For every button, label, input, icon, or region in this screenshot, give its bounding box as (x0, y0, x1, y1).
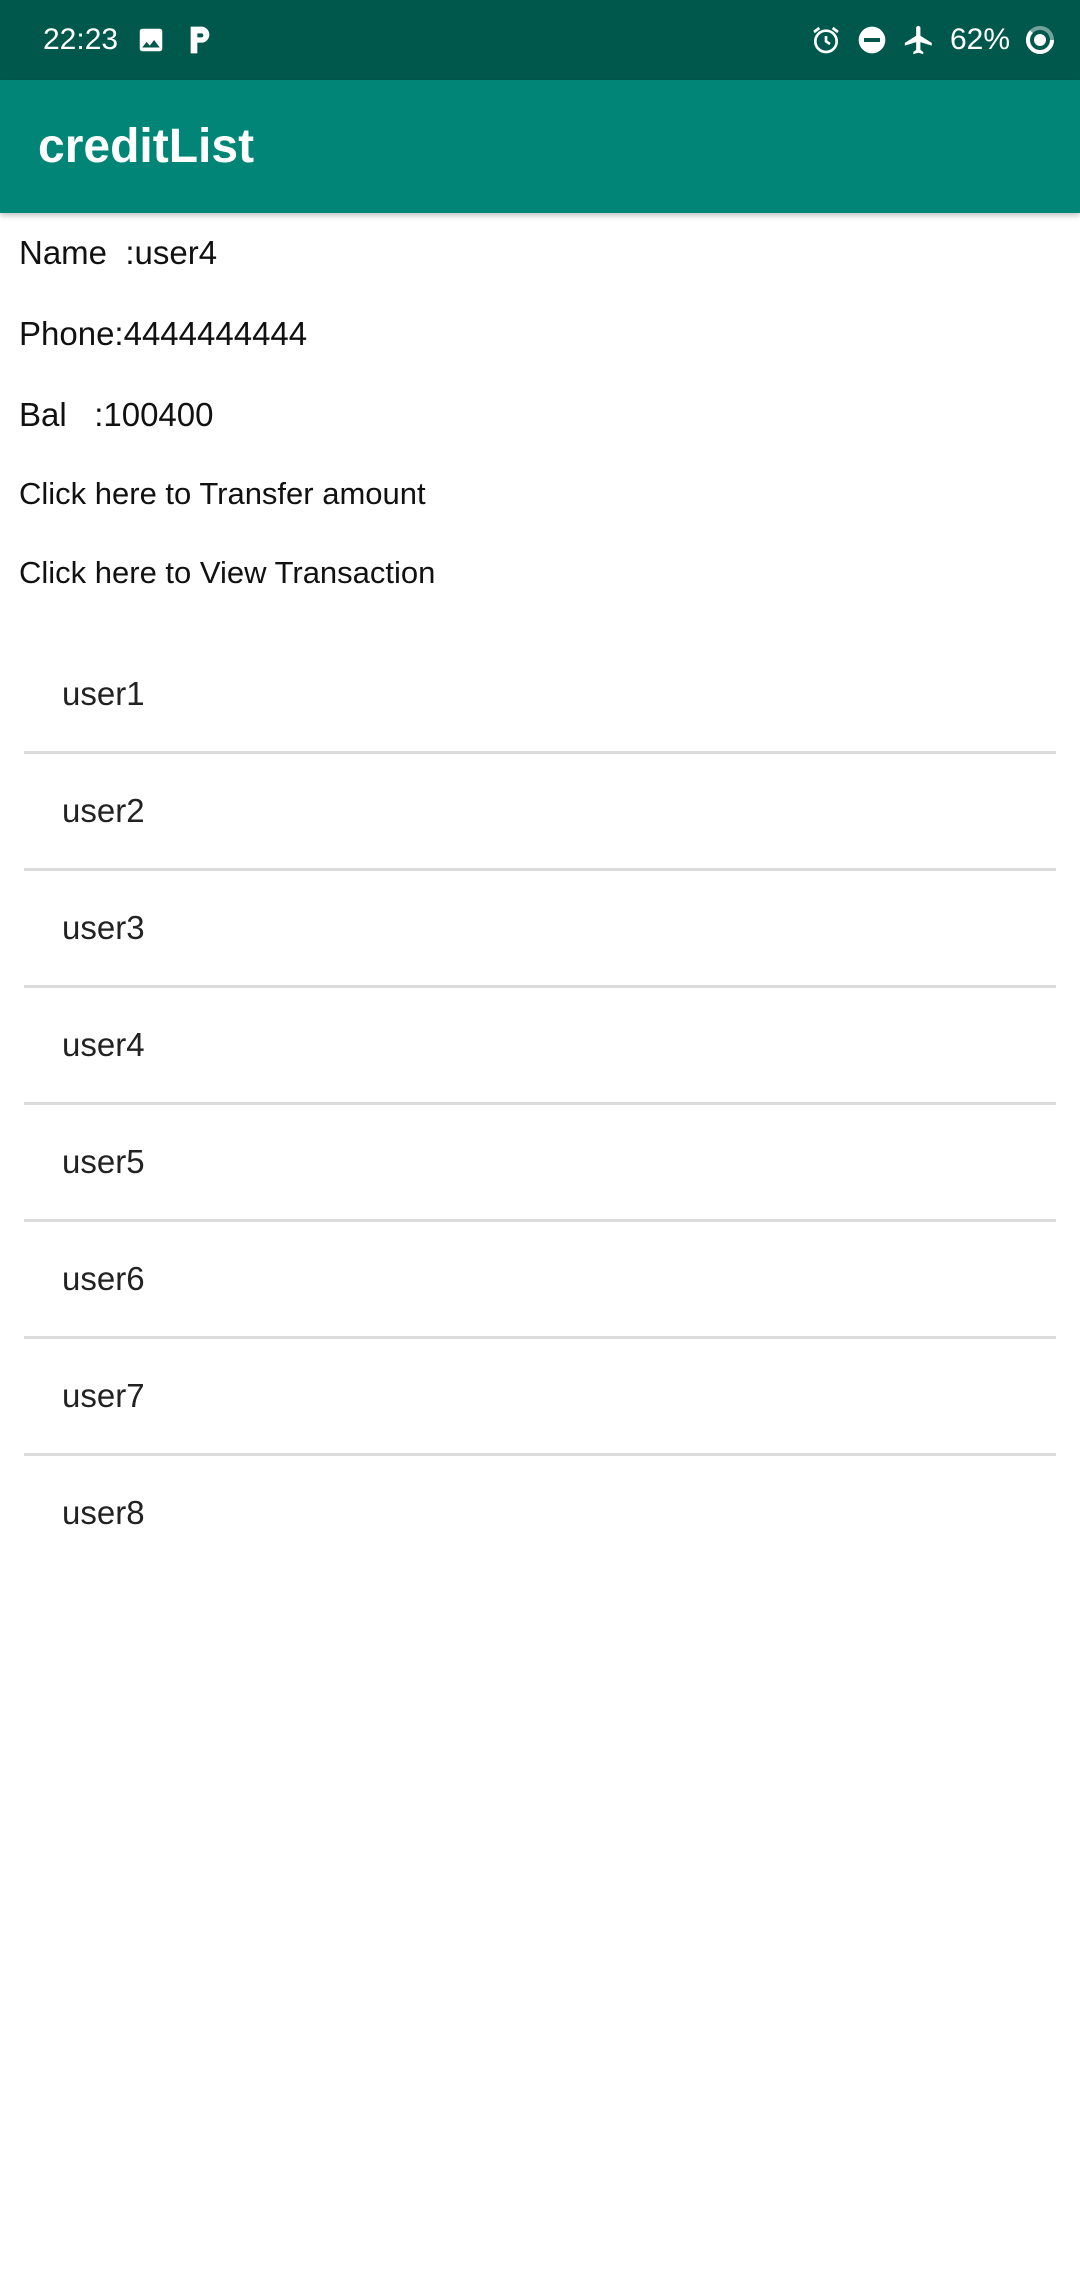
list-item-user2[interactable]: user2 (24, 754, 1056, 871)
status-right-icons: 62% (810, 0, 1056, 80)
page-title: creditList (38, 120, 255, 173)
status-time: 22:23 (43, 23, 119, 56)
balance-text: Bal :100400 (19, 396, 214, 433)
view-transaction-link[interactable]: Click here to View Transaction (19, 555, 435, 591)
battery-ring-icon (1024, 24, 1056, 56)
status-bar: 22:23 62% (0, 0, 1080, 80)
list-item-user1[interactable]: user1 (24, 637, 1056, 754)
list-item-label: user8 (62, 1494, 145, 1531)
alarm-icon (810, 24, 842, 56)
list-item-user7[interactable]: user7 (24, 1339, 1056, 1456)
user-list: user1 user2 user3 user4 user5 user6 user… (24, 637, 1056, 1570)
image-icon (136, 25, 166, 55)
name-text: Name :user4 (19, 234, 218, 271)
list-item-user4[interactable]: user4 (24, 988, 1056, 1105)
transfer-amount-link[interactable]: Click here to Transfer amount (19, 476, 426, 512)
status-left-icons (136, 0, 214, 80)
app-bar: creditList (0, 80, 1080, 213)
airplane-icon (902, 23, 936, 57)
list-item-label: user6 (62, 1260, 145, 1297)
list-item-label: user2 (62, 792, 145, 829)
list-item-user3[interactable]: user3 (24, 871, 1056, 988)
list-item-label: user1 (62, 675, 145, 712)
battery-percentage: 62% (949, 23, 1010, 56)
do-not-disturb-icon (856, 24, 888, 56)
phone-text: Phone:4444444444 (19, 315, 308, 352)
list-item-user6[interactable]: user6 (24, 1222, 1056, 1339)
list-item-user5[interactable]: user5 (24, 1105, 1056, 1222)
list-item-label: user7 (62, 1377, 145, 1414)
list-item-user8[interactable]: user8 (24, 1456, 1056, 1570)
list-item-label: user4 (62, 1026, 145, 1063)
list-item-label: user5 (62, 1143, 145, 1180)
p-notification-icon (186, 24, 214, 56)
list-item-label: user3 (62, 909, 145, 946)
